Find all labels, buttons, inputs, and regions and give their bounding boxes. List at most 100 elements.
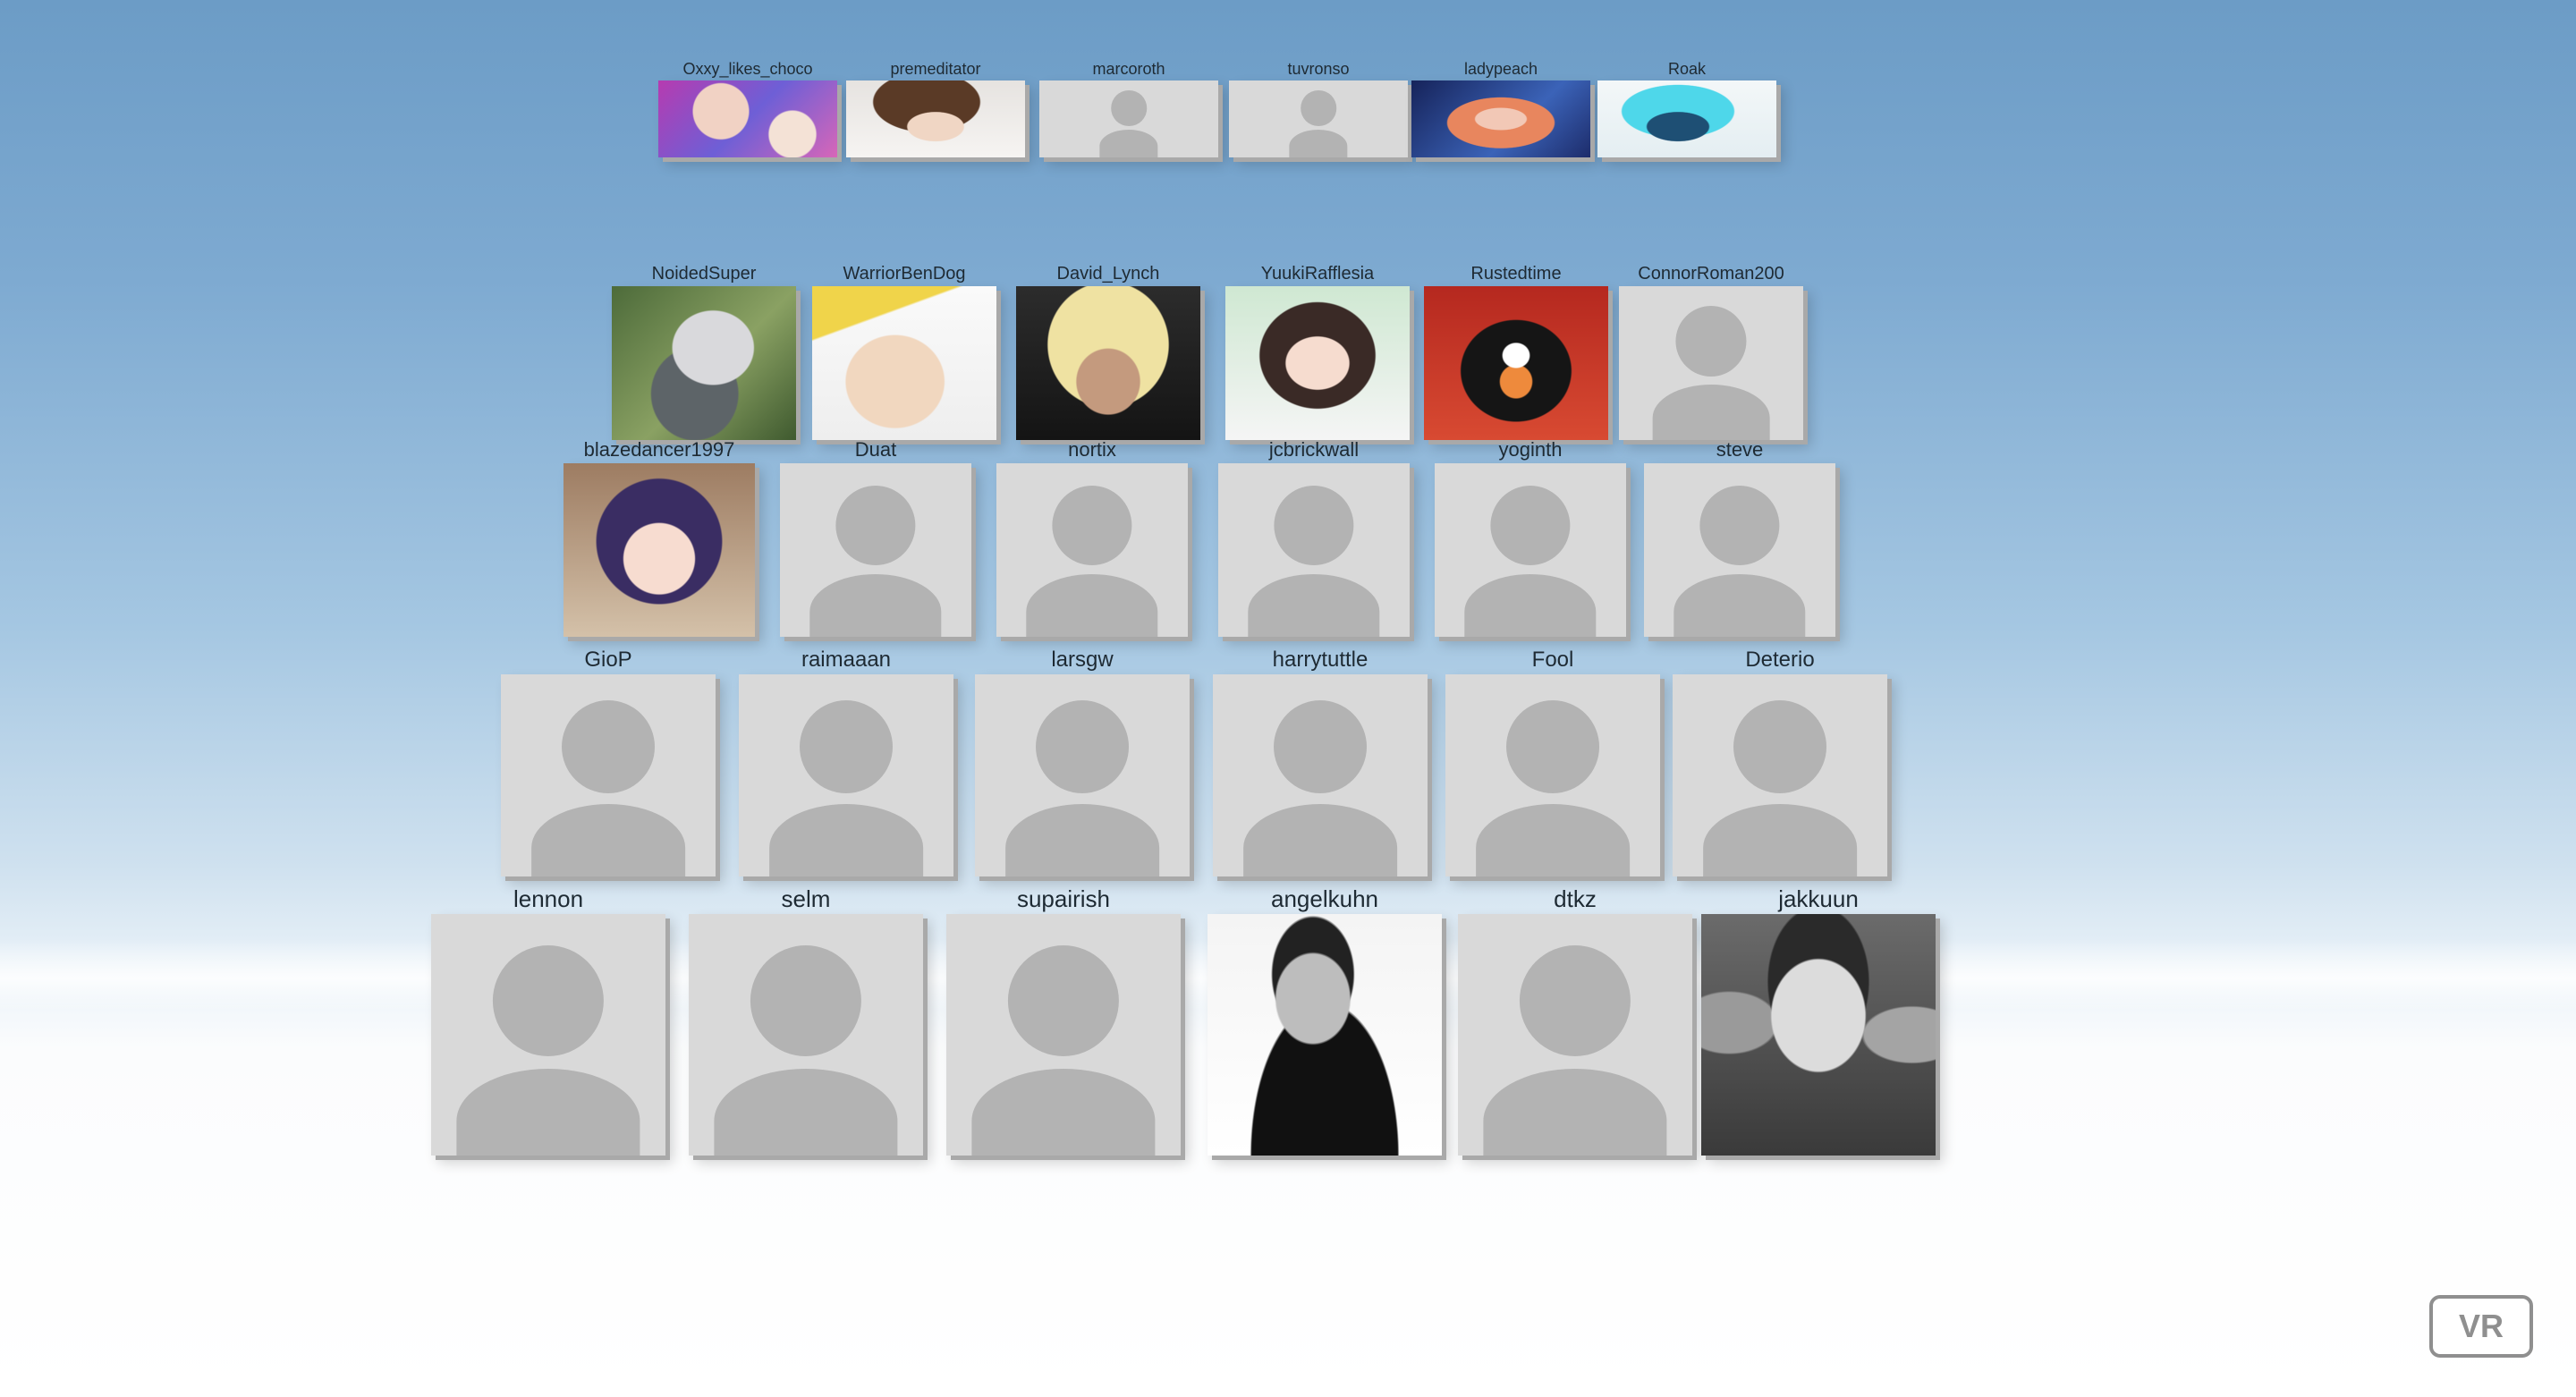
user-tile[interactable]: tuvronso [1229, 57, 1408, 157]
user-tile[interactable]: harrytuttle [1213, 646, 1428, 876]
avatar-card[interactable] [612, 286, 796, 440]
avatar-card[interactable] [501, 674, 716, 876]
user-name-label: supairish [1016, 885, 1111, 912]
avatar-card[interactable] [946, 914, 1181, 1156]
user-tile[interactable]: Oxxy_likes_choco [658, 57, 837, 157]
user-tile[interactable]: ladypeach [1411, 57, 1590, 157]
default-user-icon-body [714, 1068, 898, 1156]
user-tile[interactable]: supairish [946, 884, 1181, 1156]
user-tile[interactable]: yoginth [1435, 436, 1626, 637]
user-name-label: GioP [584, 648, 632, 672]
vr-mode-button[interactable]: VR [2429, 1295, 2533, 1358]
vr-scene: Oxxy_likes_choco premeditator marcoroth tuv… [0, 0, 2576, 1397]
user-tile[interactable]: David_Lynch [1016, 261, 1200, 440]
user-name-label: NoidedSuper [651, 264, 757, 284]
default-user-icon-body [1483, 1068, 1667, 1156]
avatar-card[interactable] [975, 674, 1190, 876]
avatar-card[interactable] [739, 674, 953, 876]
avatar-card[interactable] [1208, 914, 1442, 1156]
avatar-card[interactable] [1016, 286, 1200, 440]
user-tile[interactable]: blazedancer1997 [564, 436, 755, 637]
avatar-card[interactable] [846, 80, 1025, 157]
user-tile[interactable]: larsgw [975, 646, 1190, 876]
anime-boy-with-cat-image [658, 80, 837, 157]
anime-girl-space-image [1411, 80, 1590, 157]
default-user-icon [1733, 700, 1826, 794]
avatar-card[interactable] [1445, 674, 1660, 876]
avatar-card[interactable] [1673, 674, 1887, 876]
user-name-label: raimaaan [801, 648, 892, 672]
default-user-icon-body [971, 1068, 1156, 1156]
default-user-icon-body [1289, 130, 1348, 157]
user-name-label: ConnorRoman200 [1638, 264, 1784, 284]
anime-girl-dark-hair-image [1225, 286, 1410, 440]
user-tile[interactable]: YuukiRafflesia [1225, 261, 1410, 440]
avatar-card[interactable] [564, 463, 755, 637]
chad-meme-drawing [812, 286, 996, 440]
user-tile[interactable]: Rustedtime [1424, 261, 1608, 440]
default-user-icon-body [531, 803, 685, 876]
user-tile[interactable]: dtkz [1458, 884, 1692, 1156]
man-kissed-bw-photo [1701, 914, 1936, 1156]
user-tile[interactable]: WarriorBenDog [812, 261, 996, 440]
avatar-card[interactable] [812, 286, 996, 440]
user-name-label: angelkuhn [1271, 885, 1378, 912]
default-user-icon [1052, 486, 1132, 566]
user-name-label: Deterio [1745, 648, 1815, 672]
user-name-label: YuukiRafflesia [1260, 264, 1375, 284]
user-tile[interactable]: Deterio [1673, 646, 1887, 876]
avatar-card[interactable] [1411, 80, 1590, 157]
user-tile[interactable]: nortix [996, 436, 1188, 637]
user-tile[interactable]: selm [689, 884, 923, 1156]
user-tile[interactable]: steve [1644, 436, 1835, 637]
anime-girl-blue-sketch-image [1597, 80, 1776, 157]
avatar-card[interactable] [658, 80, 837, 157]
avatar-card[interactable] [1619, 286, 1803, 440]
avatar-card[interactable] [1644, 463, 1835, 637]
default-user-icon-body [1243, 803, 1397, 876]
avatar-card[interactable] [780, 463, 971, 637]
user-tile[interactable]: NoidedSuper [612, 261, 796, 440]
avatar-card[interactable] [1435, 463, 1626, 637]
default-user-icon [1519, 945, 1631, 1057]
avatar-card[interactable] [1597, 80, 1776, 157]
default-user-icon [1301, 90, 1336, 126]
user-tile[interactable]: jcbrickwall [1218, 436, 1410, 637]
user-tile[interactable]: lennon [431, 884, 665, 1156]
user-tile[interactable]: Duat [780, 436, 971, 637]
avatar-card[interactable] [1225, 286, 1410, 440]
user-name-label: marcoroth [1092, 60, 1165, 78]
user-tile[interactable]: premeditator [846, 57, 1025, 157]
avatar-card[interactable] [431, 914, 665, 1156]
avatar-card[interactable] [1458, 914, 1692, 1156]
user-name-label: Roak [1667, 60, 1707, 78]
avatar-card[interactable] [1229, 80, 1408, 157]
avatar-card[interactable] [1424, 286, 1608, 440]
default-user-icon-body [809, 574, 942, 637]
default-user-icon-body [1652, 385, 1770, 440]
user-tile[interactable]: jakkuun [1701, 884, 1936, 1156]
user-tile[interactable]: ConnorRoman200 [1619, 261, 1803, 440]
user-name-label: dtkz [1554, 885, 1597, 912]
default-user-icon [1506, 700, 1599, 794]
default-user-icon-body [1005, 803, 1159, 876]
default-user-icon-body [456, 1068, 640, 1156]
default-user-icon-body [1026, 574, 1158, 637]
avatar-card[interactable] [689, 914, 923, 1156]
avatar-card[interactable] [1213, 674, 1428, 876]
avatar-card[interactable] [1701, 914, 1936, 1156]
user-tile[interactable]: angelkuhn [1208, 884, 1442, 1156]
user-name-label: harrytuttle [1272, 648, 1368, 672]
anime-girl-purple-hair-image [564, 463, 755, 637]
avatar-card[interactable] [1218, 463, 1410, 637]
default-user-icon [750, 945, 862, 1057]
avatar-card[interactable] [996, 463, 1188, 637]
user-tile[interactable]: GioP [501, 646, 716, 876]
user-tile[interactable]: marcoroth [1039, 57, 1218, 157]
default-user-icon-body [1464, 574, 1597, 637]
user-tile[interactable]: raimaaan [739, 646, 953, 876]
user-tile[interactable]: Fool [1445, 646, 1660, 876]
user-tile[interactable]: Roak [1597, 57, 1776, 157]
avatar-card[interactable] [1039, 80, 1218, 157]
default-user-icon [492, 945, 605, 1057]
